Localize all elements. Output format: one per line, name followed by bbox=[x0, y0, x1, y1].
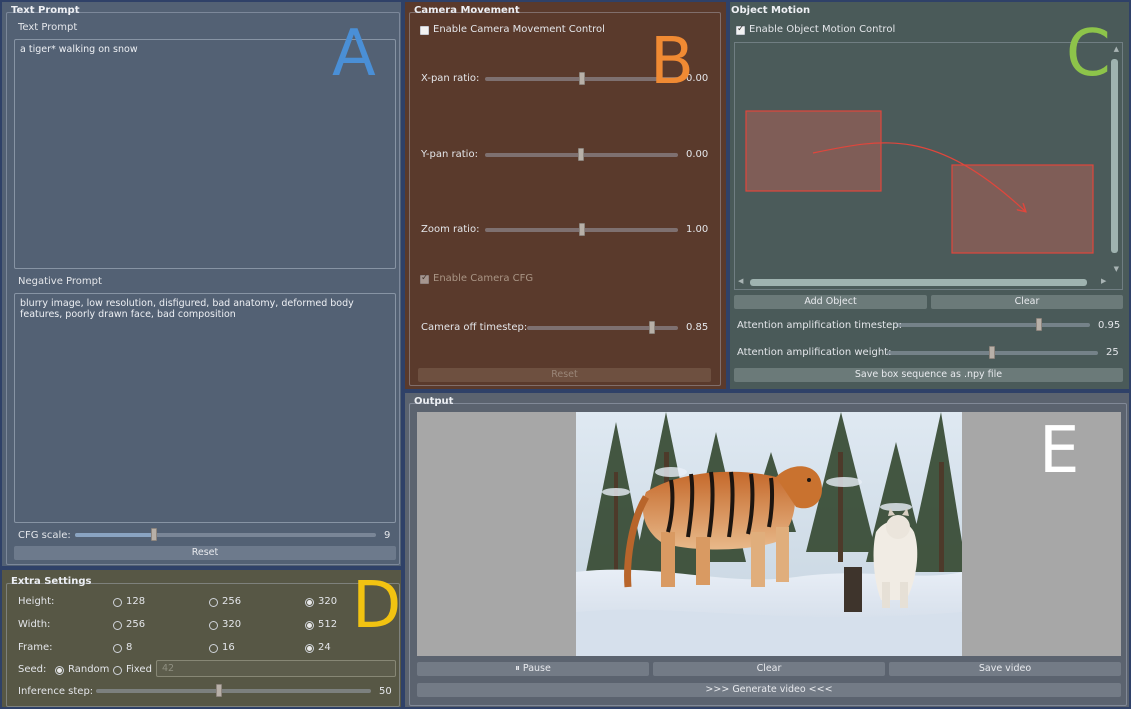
canvas-vscrollbar[interactable] bbox=[1111, 59, 1118, 253]
cfg-scale-value: 9 bbox=[384, 530, 391, 541]
canvas-hscroll-right-icon[interactable]: ▶ bbox=[1101, 277, 1106, 285]
enable-camera-label[interactable]: Enable Camera Movement Control bbox=[433, 24, 605, 35]
height-radio-320[interactable] bbox=[305, 598, 314, 607]
enable-object-label[interactable]: Enable Object Motion Control bbox=[749, 24, 895, 35]
camera-off-label: Camera off timestep: bbox=[421, 322, 528, 333]
ypan-slider[interactable] bbox=[485, 148, 678, 161]
camera-reset-button[interactable]: Reset bbox=[418, 368, 711, 382]
add-object-button[interactable]: Add Object bbox=[734, 295, 927, 309]
attention-weight-slider[interactable] bbox=[887, 346, 1098, 359]
height-option-320[interactable]: 320 bbox=[318, 596, 337, 607]
inference-step-label: Inference step: bbox=[18, 686, 94, 697]
save-box-sequence-button[interactable]: Save box sequence as .npy file bbox=[734, 368, 1123, 382]
video-display bbox=[417, 412, 1121, 656]
height-label: Height: bbox=[18, 596, 55, 607]
camera-cfg-checkbox[interactable] bbox=[420, 273, 429, 284]
camera-off-handle[interactable] bbox=[649, 321, 655, 334]
width-option-512[interactable]: 512 bbox=[318, 619, 337, 630]
frame-radio-24[interactable] bbox=[305, 644, 314, 653]
height-option-128[interactable]: 128 bbox=[126, 596, 145, 607]
frame-radio-8[interactable] bbox=[113, 644, 122, 653]
width-label: Width: bbox=[18, 619, 51, 630]
zoom-handle[interactable] bbox=[579, 223, 585, 236]
width-radio-320[interactable] bbox=[209, 621, 218, 630]
camera-off-value: 0.85 bbox=[686, 322, 709, 333]
negative-prompt-textarea[interactable]: blurry image, low resolution, disfigured… bbox=[14, 293, 396, 523]
seed-random-label[interactable]: Random bbox=[68, 664, 109, 675]
canvas-vscroll-up-icon[interactable]: ▲ bbox=[1114, 45, 1119, 53]
enable-object-checkbox[interactable] bbox=[736, 24, 745, 35]
width-option-256[interactable]: 256 bbox=[126, 619, 145, 630]
attention-timestep-handle[interactable] bbox=[1036, 318, 1042, 331]
frame-option-8[interactable]: 8 bbox=[126, 642, 132, 653]
attention-timestep-slider[interactable] bbox=[896, 318, 1090, 331]
attention-weight-value: 25 bbox=[1106, 347, 1119, 358]
canvas-vscroll-down-icon[interactable]: ▼ bbox=[1114, 265, 1119, 273]
height-radio-256[interactable] bbox=[209, 598, 218, 607]
generate-video-button[interactable]: >>> Generate video <<< bbox=[417, 683, 1121, 697]
zoom-slider[interactable] bbox=[485, 223, 678, 236]
motion-canvas[interactable]: ▲ ▼ ◀ ▶ bbox=[734, 42, 1123, 290]
width-radio-256[interactable] bbox=[113, 621, 122, 630]
zoom-value: 1.00 bbox=[686, 224, 709, 235]
attention-weight-label: Attention amplification weight: bbox=[737, 347, 892, 358]
camera-off-slider[interactable] bbox=[527, 321, 678, 334]
camera-movement-panel: Camera Movement Enable Camera Movement C… bbox=[403, 0, 728, 391]
seed-fixed-label[interactable]: Fixed bbox=[126, 664, 152, 675]
output-clear-button[interactable]: Clear bbox=[653, 662, 885, 676]
xpan-handle[interactable] bbox=[579, 72, 585, 85]
marker-b: B bbox=[650, 25, 694, 99]
frame-label: Frame: bbox=[18, 642, 53, 653]
ypan-label: Y-pan ratio: bbox=[421, 149, 478, 160]
cfg-scale-slider[interactable] bbox=[75, 528, 376, 541]
seed-random-radio[interactable] bbox=[55, 666, 64, 675]
height-option-256[interactable]: 256 bbox=[222, 596, 241, 607]
attention-weight-handle[interactable] bbox=[989, 346, 995, 359]
inference-step-value: 50 bbox=[379, 686, 392, 697]
seed-input[interactable]: 42 bbox=[156, 660, 396, 677]
camera-cfg-label[interactable]: Enable Camera CFG bbox=[433, 273, 533, 284]
canvas-hscroll-left-icon[interactable]: ◀ bbox=[738, 277, 743, 285]
negative-prompt-label: Negative Prompt bbox=[18, 276, 102, 287]
text-prompt-panel: Text Prompt Text Prompt a tiger* walking… bbox=[0, 0, 403, 568]
inference-step-handle[interactable] bbox=[216, 684, 222, 697]
seed-fixed-radio[interactable] bbox=[113, 666, 122, 675]
inference-step-slider[interactable] bbox=[96, 684, 371, 697]
seed-input-placeholder: 42 bbox=[162, 663, 175, 674]
frame-option-16[interactable]: 16 bbox=[222, 642, 235, 653]
xpan-label: X-pan ratio: bbox=[421, 73, 480, 84]
object-clear-button[interactable]: Clear bbox=[931, 295, 1123, 309]
width-option-320[interactable]: 320 bbox=[222, 619, 241, 630]
attention-timestep-value: 0.95 bbox=[1098, 320, 1121, 331]
video-frame-image bbox=[576, 412, 962, 656]
cfg-scale-label: CFG scale: bbox=[18, 530, 71, 541]
zoom-label: Zoom ratio: bbox=[421, 224, 480, 235]
save-video-button[interactable]: Save video bbox=[889, 662, 1121, 676]
marker-a: A bbox=[332, 17, 376, 91]
ypan-value: 0.00 bbox=[686, 149, 709, 160]
object-group-title: Object Motion bbox=[731, 5, 811, 16]
canvas-hscrollbar[interactable] bbox=[750, 279, 1087, 286]
ypan-handle[interactable] bbox=[578, 148, 584, 161]
extra-settings-panel: Extra Settings Height: 128 256 320 Width… bbox=[0, 568, 403, 709]
cfg-scale-handle[interactable] bbox=[151, 528, 157, 541]
text-prompt-reset-button[interactable]: Reset bbox=[14, 546, 396, 560]
height-radio-128[interactable] bbox=[113, 598, 122, 607]
marker-d: D bbox=[352, 569, 402, 643]
object-box-start bbox=[745, 110, 882, 192]
enable-camera-checkbox[interactable] bbox=[420, 26, 429, 35]
marker-e: E bbox=[1039, 414, 1080, 488]
attention-timestep-label: Attention amplification timestep: bbox=[737, 320, 902, 331]
pause-button[interactable]: ⏸ Pause bbox=[417, 662, 649, 676]
frame-option-24[interactable]: 24 bbox=[318, 642, 331, 653]
frame-radio-16[interactable] bbox=[209, 644, 218, 653]
output-panel: Output ⏸ Pause Clear Save video >>> Gene… bbox=[403, 391, 1131, 709]
prompt-label: Text Prompt bbox=[18, 22, 78, 33]
object-motion-panel: Object Motion Enable Object Motion Contr… bbox=[728, 0, 1131, 391]
seed-label: Seed: bbox=[18, 664, 47, 675]
width-radio-512[interactable] bbox=[305, 621, 314, 630]
marker-c: C bbox=[1066, 17, 1111, 91]
